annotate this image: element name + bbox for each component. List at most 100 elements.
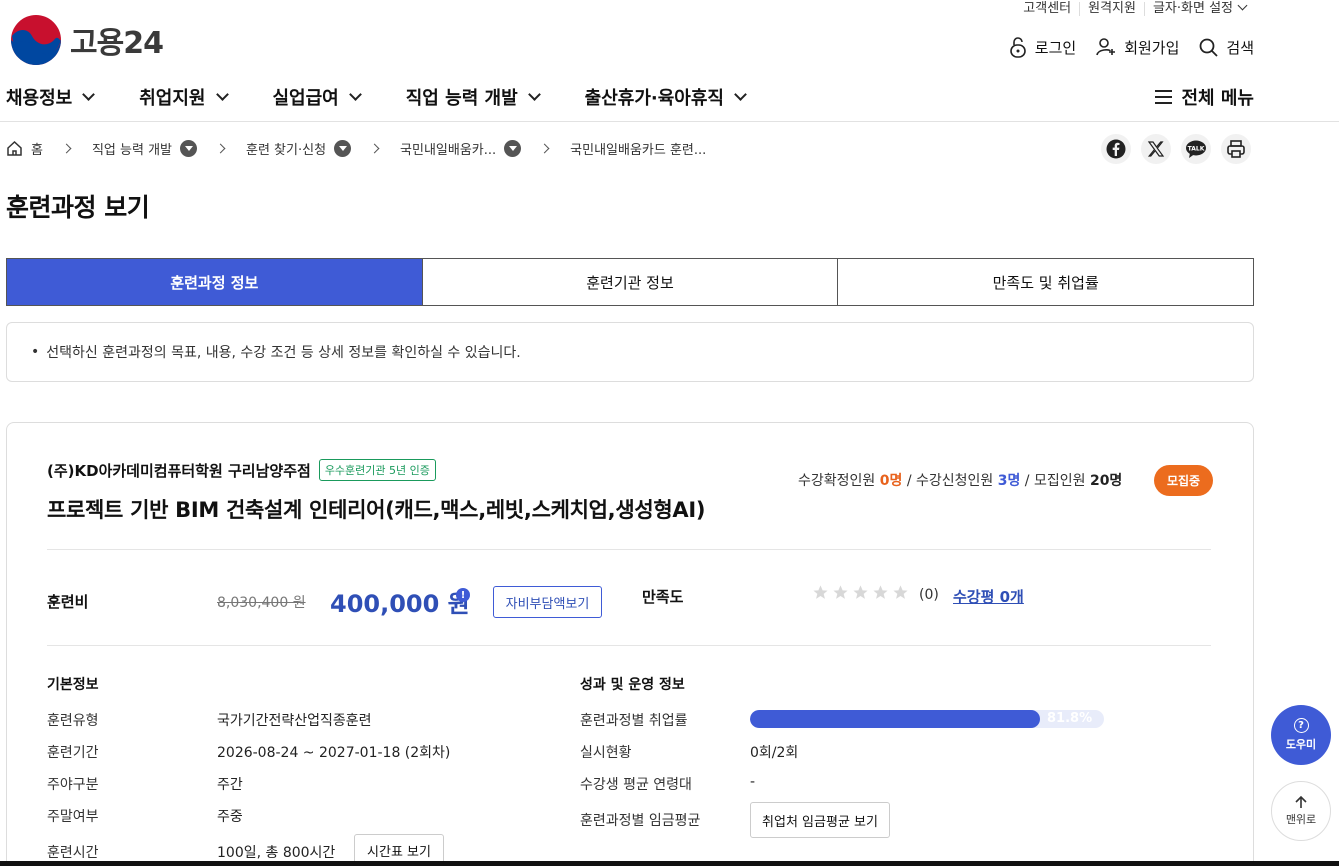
breadcrumb-label: 직업 능력 개발 — [91, 142, 172, 158]
confirmed-value: 0명 — [879, 473, 903, 489]
breadcrumb-item[interactable]: 국민내일배움카... — [400, 139, 522, 158]
review-link[interactable]: 수강평 0개 — [953, 586, 1024, 607]
rating-count: (0) — [919, 587, 939, 603]
dropdown-toggle-icon[interactable] — [180, 139, 197, 157]
row-value: 주간 — [217, 777, 243, 793]
recruit-label: 모집인원 — [1033, 473, 1086, 489]
notice-text: 선택하신 훈련과정의 목표, 내용, 수강 조건 등 상세 정보를 확인하실 수… — [6, 322, 1254, 382]
perf-info-title: 성과 및 운영 정보 — [580, 677, 685, 693]
page-title: 훈련과정 보기 — [6, 193, 150, 222]
user-add-icon — [1096, 38, 1116, 56]
employment-rate-fill — [750, 710, 1040, 728]
scroll-top-label: 맨위로 — [1285, 813, 1317, 826]
text-settings-dropdown[interactable]: 글자·화면 설정 — [1143, 0, 1254, 16]
nav-item-jobs[interactable]: 채용정보 — [6, 84, 96, 110]
logo-text: 고용24 — [70, 26, 164, 61]
dropdown-toggle-icon[interactable] — [334, 139, 352, 157]
star-icon — [893, 585, 908, 599]
nav-label: 취업지원 — [139, 88, 206, 109]
breadcrumb-label: 국민내일배움카... — [400, 142, 497, 158]
enrollment-stats: 수강확정인원 0명 / 수강신청인원 3명 / 모집인원 20명 — [798, 470, 1122, 490]
row-value: 국가기간전략산업직종훈련 — [217, 713, 372, 729]
customer-center-link[interactable]: 고객센터 — [1015, 2, 1079, 16]
search-icon — [1199, 38, 1219, 57]
chevron-right-icon — [215, 143, 226, 153]
nav-divider — [0, 121, 1339, 122]
nav-label: 직업 능력 개발 — [405, 88, 518, 109]
scroll-top-button[interactable]: 맨위로 — [1271, 781, 1331, 841]
chevron-down-icon — [82, 87, 96, 101]
breadcrumb-current: 국민내일배움카드 훈련... — [570, 139, 706, 158]
kakaotalk-share-button[interactable]: TALK — [1181, 134, 1211, 164]
nav-item-unemployment[interactable]: 실업급여 — [273, 84, 362, 110]
certification-badge: 우수훈련기관 5년 인증 — [318, 459, 436, 481]
row-label: 훈련시간 — [47, 845, 99, 861]
breadcrumb-label: 훈련 찾기·신청 — [246, 142, 327, 158]
main-nav: 채용정보 취업지원 실업급여 직업 능력 개발 출산휴가·육아휴직 — [6, 84, 791, 110]
tab-course-info[interactable]: 훈련과정 정보 — [7, 259, 422, 305]
question-icon: ? — [1293, 718, 1309, 733]
kakaotalk-icon: TALK — [1186, 140, 1206, 158]
lock-icon — [1009, 37, 1026, 58]
star-icon — [833, 585, 848, 599]
text-settings-label: 글자·화면 설정 — [1152, 1, 1233, 16]
share-buttons: TALK — [1101, 134, 1251, 164]
tab-institution-info[interactable]: 훈련기관 정보 — [421, 259, 838, 305]
info-icon[interactable]: ! — [456, 588, 470, 602]
nav-item-employment-support[interactable]: 취업지원 — [139, 84, 229, 110]
course-title: 프로젝트 기반 BIM 건축설계 인테리어(캐드,맥스,레빗,스케치업,생성형A… — [47, 498, 706, 522]
wage-average-button[interactable]: 취업처 임금평균 보기 — [750, 802, 890, 838]
fee-current: 400,000 원 — [330, 590, 470, 618]
search-button[interactable]: 검색 — [1199, 37, 1254, 58]
self-pay-button[interactable]: 자비부담액보기 — [493, 586, 602, 618]
divider — [47, 549, 1211, 550]
stats-separator: / — [1024, 473, 1030, 489]
satisfaction-label: 만족도 — [642, 588, 684, 606]
facebook-icon — [1106, 139, 1126, 159]
breadcrumb-label: 국민내일배움카드 훈련... — [570, 142, 707, 158]
chevron-down-icon — [215, 87, 229, 101]
applied-value: 3명 — [997, 473, 1021, 489]
auth-menu: 로그인 회원가입 검색 — [1009, 36, 1254, 58]
helper-button[interactable]: ? 도우미 — [1271, 705, 1331, 765]
taegeuk-logo-icon — [11, 15, 61, 65]
arrow-up-icon — [1295, 795, 1307, 808]
home-icon — [7, 140, 22, 156]
utility-bar: 고객센터 원격지원 글자·화면 설정 — [1015, 0, 1254, 18]
nav-item-skills[interactable]: 직업 능력 개발 — [405, 84, 541, 110]
fee-original: 8,030,400 원 — [217, 595, 306, 611]
nav-item-leave[interactable]: 출산휴가·육아휴직 — [585, 84, 747, 110]
print-button[interactable] — [1221, 134, 1251, 164]
nav-label: 채용정보 — [6, 88, 73, 109]
recruiting-status-badge: 모집중 — [1154, 465, 1213, 496]
star-icon — [853, 585, 868, 599]
stats-separator: / — [906, 473, 912, 489]
row-value: 100일, 총 800시간 — [217, 845, 336, 861]
row-label: 훈련유형 — [47, 713, 99, 729]
login-label: 로그인 — [1034, 38, 1077, 57]
breadcrumb-item[interactable]: 직업 능력 개발 — [92, 139, 197, 158]
dropdown-toggle-icon[interactable] — [504, 139, 522, 157]
helper-label: 도우미 — [1285, 738, 1317, 751]
x-share-button[interactable] — [1141, 134, 1171, 164]
star-icon — [873, 585, 888, 599]
search-label: 검색 — [1226, 38, 1254, 57]
employment-rate-label: 훈련과정별 취업률 — [580, 713, 688, 729]
facebook-share-button[interactable] — [1101, 134, 1131, 164]
site-logo[interactable]: 고용24 — [10, 14, 164, 66]
basic-info-title: 기본정보 — [47, 677, 99, 693]
row-value: 주중 — [217, 809, 243, 825]
tab-satisfaction[interactable]: 만족도 및 취업률 — [837, 259, 1253, 305]
institution-name[interactable]: (주)KD아카데미컴퓨터학원 구리남양주점 — [47, 460, 311, 481]
print-icon — [1227, 140, 1245, 158]
rating-stars — [812, 584, 909, 601]
breadcrumb-home[interactable]: 홈 — [6, 139, 43, 158]
all-menu-button[interactable]: 전체 메뉴 — [1154, 84, 1254, 110]
confirmed-label: 수강확정인원 — [798, 473, 876, 489]
kakaotalk-icon-text: TALK — [1188, 146, 1205, 153]
all-menu-label: 전체 메뉴 — [1181, 88, 1254, 109]
login-button[interactable]: 로그인 — [1009, 36, 1076, 58]
breadcrumb-item[interactable]: 훈련 찾기·신청 — [246, 139, 352, 158]
signup-button[interactable]: 회원가입 — [1096, 37, 1179, 58]
remote-support-link[interactable]: 원격지원 — [1079, 2, 1144, 16]
